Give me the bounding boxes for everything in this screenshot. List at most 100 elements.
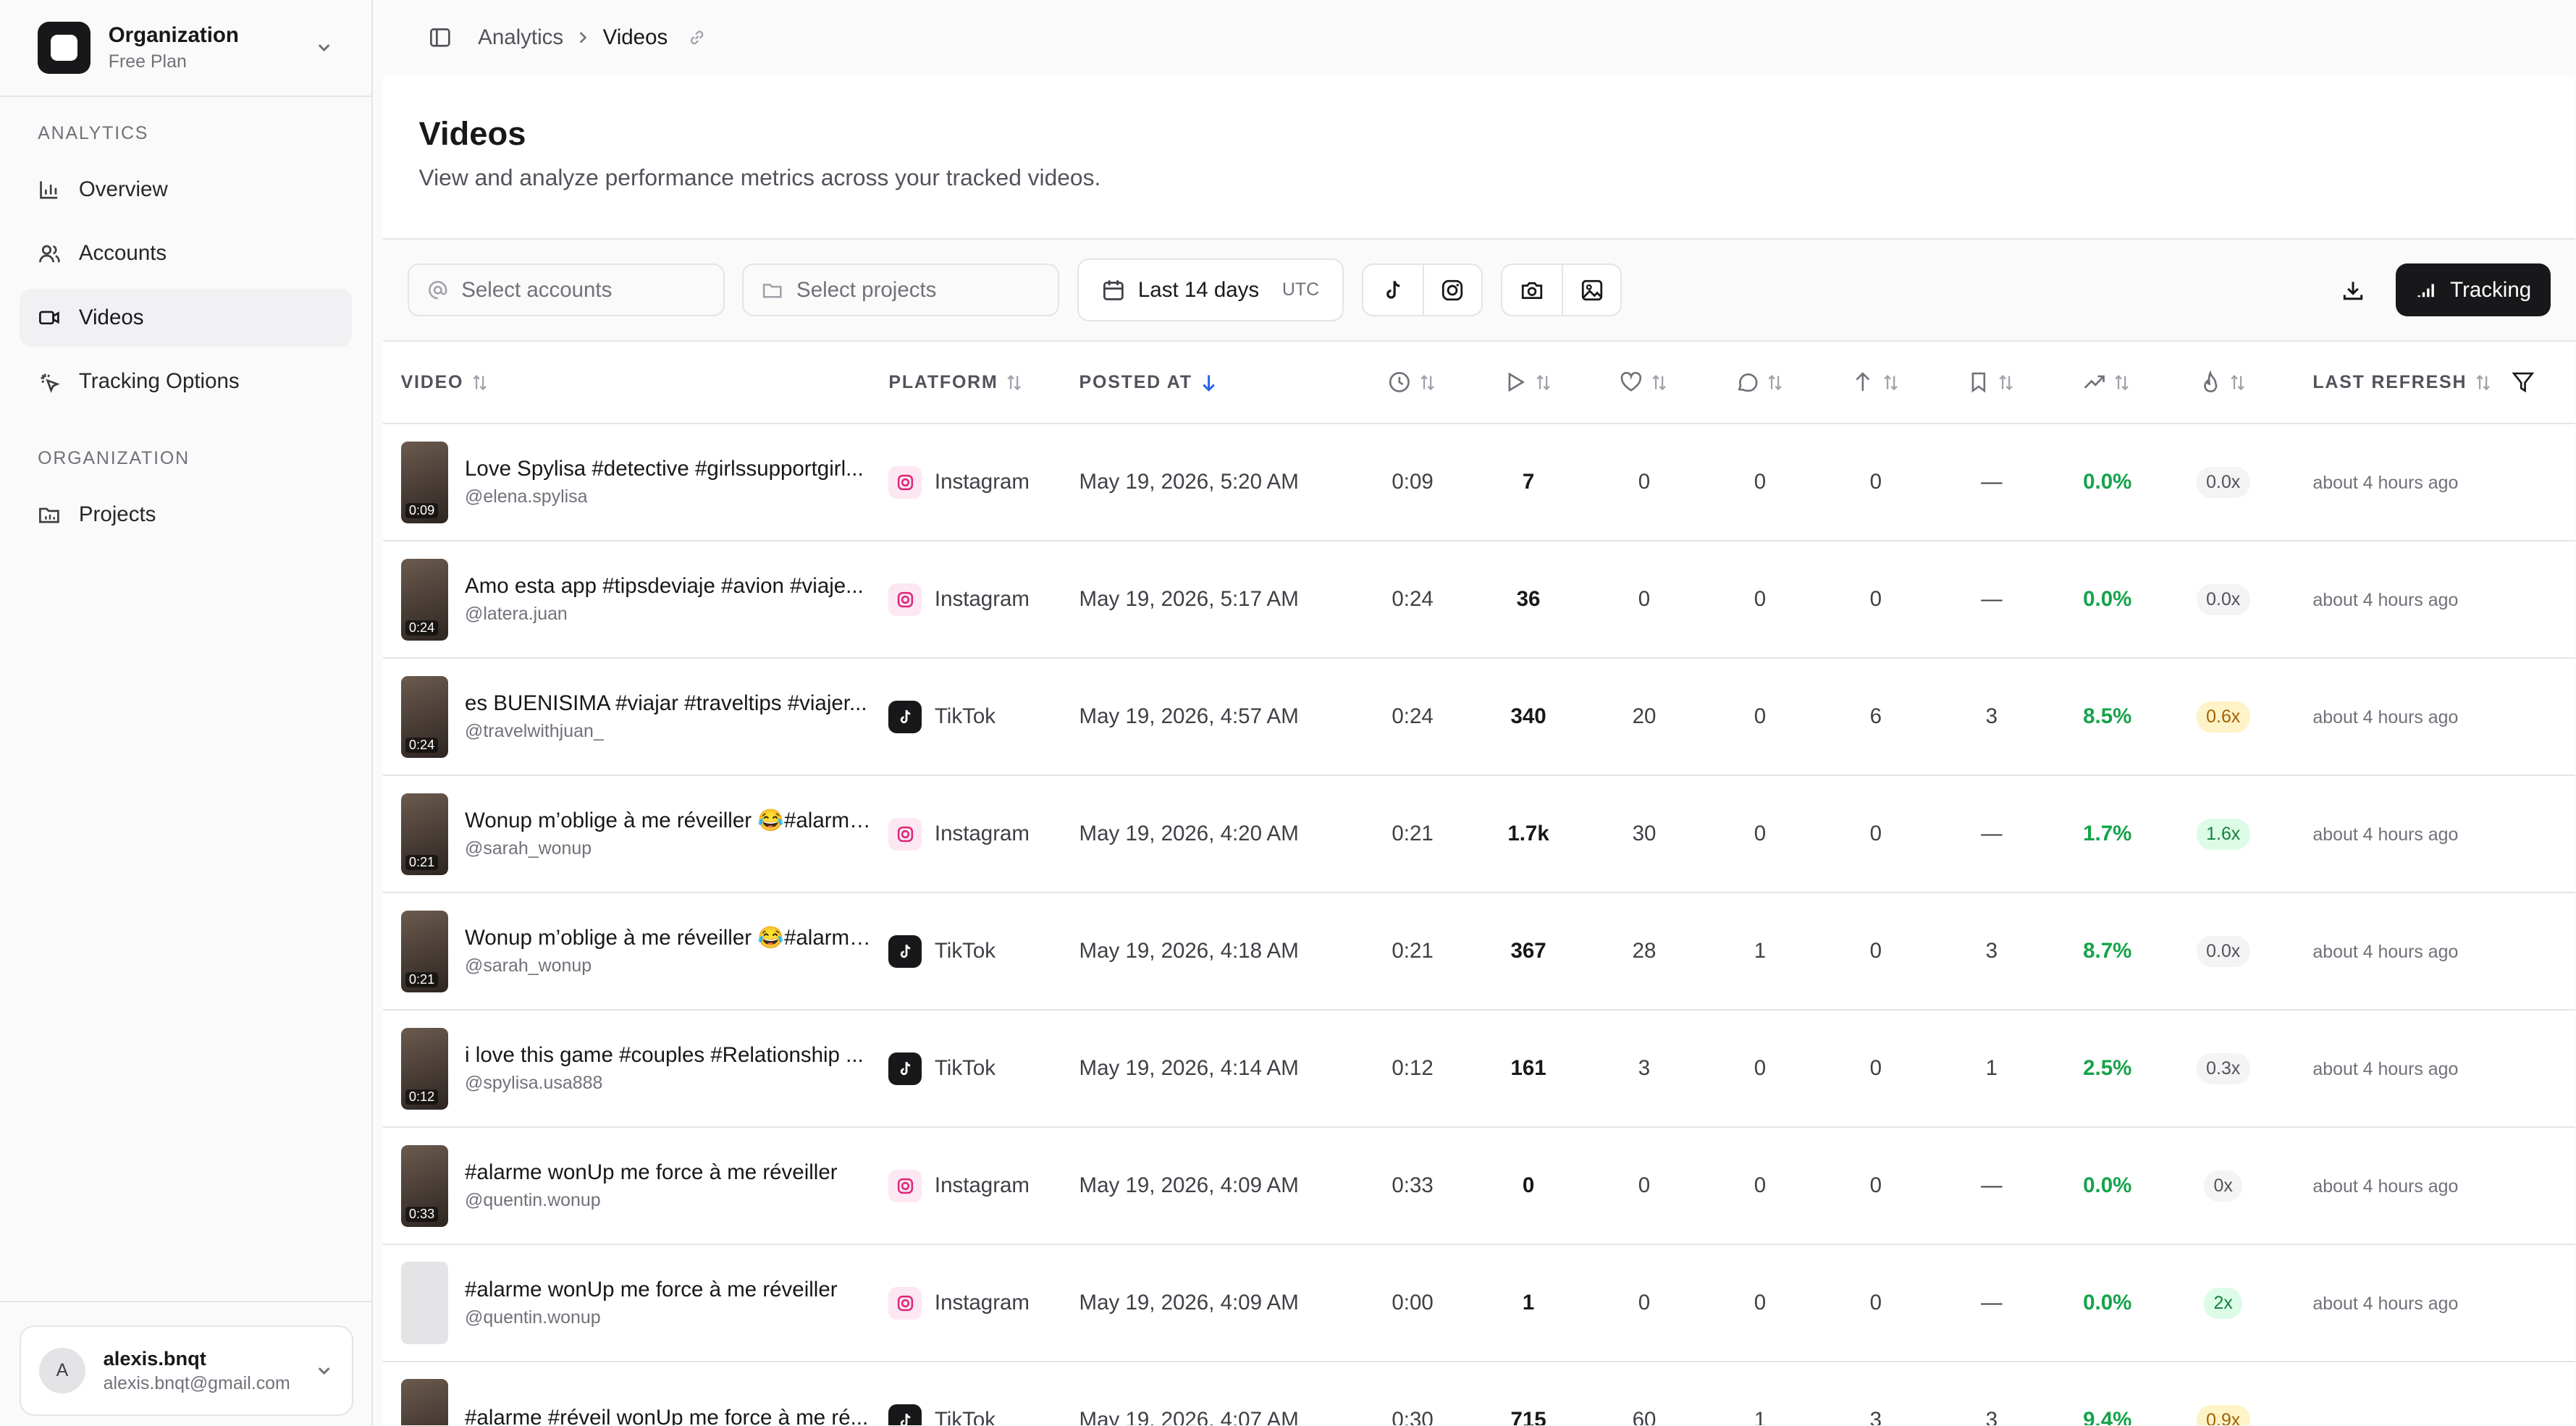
video-duration: 0:24 <box>1355 541 1470 659</box>
breadcrumb-parent[interactable]: Analytics <box>478 25 563 50</box>
video-title[interactable]: Wonup m’oblige à me réveiller 😂#alarme..… <box>465 926 875 950</box>
video-author[interactable]: @quentin.wonup <box>465 1190 875 1211</box>
sidebar-item-overview[interactable]: Overview <box>20 161 352 218</box>
user-menu[interactable]: A alexis.bnqt alexis.bnqt@gmail.com <box>20 1325 353 1416</box>
engagement-rate: 9.4% <box>2050 1362 2165 1426</box>
link-icon[interactable] <box>687 26 707 49</box>
video-thumbnail[interactable]: 0:33 <box>400 1144 449 1227</box>
download-button[interactable] <box>2327 263 2380 316</box>
duration-overlay: 0:33 <box>405 1207 438 1223</box>
video-title[interactable]: es BUENISIMA #viajar #traveltips #viajer… <box>465 691 875 716</box>
table-row[interactable]: 0:21 Wonup m’oblige à me réveiller 😂#ala… <box>382 775 2576 894</box>
video-thumbnail[interactable]: 0:24 <box>400 675 449 758</box>
platform-icon <box>888 1286 922 1320</box>
posted-at: May 19, 2026, 4:18 AM <box>1079 893 1355 1011</box>
platform-cell: TikTok <box>888 1052 1079 1085</box>
column-last-refresh[interactable]: LAST REFRESH <box>2281 341 2512 425</box>
video-author[interactable]: @quentin.wonup <box>465 1307 875 1328</box>
column-shares[interactable] <box>1818 341 1934 425</box>
organization-section-label: ORGANIZATION <box>38 448 190 469</box>
accounts-select-placeholder: Select accounts <box>461 277 613 302</box>
table-row[interactable]: #alarme wonUp me force à me réveiller @qu… <box>382 1244 2576 1363</box>
sidebar-item-projects[interactable]: Projects <box>20 486 352 543</box>
platform-cell: TikTok <box>888 700 1079 733</box>
video-author[interactable]: @elena.spylisa <box>465 486 875 507</box>
virality-badge: 0.6x <box>2196 701 2250 733</box>
accounts-select[interactable]: Select accounts <box>407 263 725 316</box>
video-title[interactable]: #alarme wonUp me force à me réveiller <box>465 1160 875 1185</box>
video-author[interactable]: @travelwithjuan_ <box>465 721 875 742</box>
column-likes[interactable] <box>1586 341 1702 425</box>
table-row[interactable]: 0:21 Wonup m’oblige à me réveiller 😂#ala… <box>382 893 2576 1011</box>
posted-at: May 19, 2026, 5:20 AM <box>1079 423 1355 542</box>
sidebar-item-tracking-options[interactable]: Tracking Options <box>20 353 352 410</box>
date-range-picker[interactable]: Last 14 days UTC <box>1077 258 1344 321</box>
column-comments[interactable] <box>1701 341 1819 425</box>
column-video[interactable]: VIDEO <box>382 341 889 425</box>
video-author[interactable]: @latera.juan <box>465 604 875 625</box>
tracking-button[interactable]: Tracking <box>2396 263 2551 316</box>
video-title[interactable]: i love this game #couples #Relationship … <box>465 1043 875 1068</box>
table-row[interactable]: 0:12 i love this game #couples #Relation… <box>382 1010 2576 1128</box>
image-type-button[interactable] <box>1561 265 1621 315</box>
column-duration[interactable] <box>1355 341 1470 425</box>
sort-icon <box>2231 374 2245 390</box>
projects-select[interactable]: Select projects <box>742 263 1060 316</box>
table-row[interactable]: #alarme #réveil wonUp me force à me ré..… <box>382 1362 2576 1426</box>
video-title[interactable]: #alarme #réveil wonUp me force à me ré..… <box>465 1406 875 1425</box>
chevron-down-icon <box>318 1367 330 1375</box>
column-label: LAST REFRESH <box>2312 371 2467 392</box>
video-thumbnail[interactable] <box>400 1379 449 1426</box>
table-row[interactable]: 0:24 es BUENISIMA #viajar #traveltips #v… <box>382 658 2576 777</box>
platform-name: TikTok <box>934 1056 996 1081</box>
video-icon <box>39 311 59 325</box>
sidebar-item-videos[interactable]: Videos <box>20 289 352 347</box>
video-title[interactable]: Wonup m’oblige à me réveiller 😂#alarme..… <box>465 809 875 833</box>
video-duration: 0:21 <box>1355 775 1470 894</box>
video-thumbnail[interactable]: 0:21 <box>400 793 449 875</box>
image-icon <box>1581 279 1602 300</box>
projects-select-placeholder: Select projects <box>796 277 937 302</box>
sidebar-item-accounts[interactable]: Accounts <box>20 225 352 282</box>
table-row[interactable]: 0:33 #alarme wonUp me force à me réveill… <box>382 1127 2576 1246</box>
column-posted-at[interactable]: POSTED AT <box>1079 341 1355 425</box>
column-filter[interactable] <box>2511 341 2576 425</box>
org-switcher[interactable]: Organization Free Plan <box>0 0 371 97</box>
duration-overlay: 0:24 <box>405 620 438 636</box>
tiktok-filter-button[interactable] <box>1363 265 1423 315</box>
duration-overlay: 0:24 <box>405 738 438 754</box>
video-thumbnail[interactable] <box>400 1262 449 1344</box>
video-thumbnail[interactable]: 0:12 <box>400 1027 449 1110</box>
column-virality[interactable] <box>2165 341 2282 425</box>
sidebar-toggle-icon[interactable] <box>429 26 452 49</box>
video-author[interactable]: @sarah_wonup <box>465 838 875 859</box>
video-thumbnail[interactable]: 0:09 <box>400 441 449 524</box>
column-engagement-rate[interactable] <box>2050 341 2165 425</box>
table-row[interactable]: 0:09 Love Spylisa #detective #girlssuppo… <box>382 423 2576 542</box>
folder-icon <box>763 283 782 298</box>
column-views[interactable] <box>1470 341 1587 425</box>
video-author[interactable]: @sarah_wonup <box>465 955 875 976</box>
platform-name: Instagram <box>934 470 1030 494</box>
shares-count: 0 <box>1818 1010 1934 1128</box>
instagram-filter-button[interactable] <box>1422 265 1482 315</box>
table-header: VIDEO PLATFORM POSTED AT LAST REFRESH <box>382 341 2576 425</box>
platform-filter <box>1361 263 1483 316</box>
duration-overlay: 0:09 <box>405 503 438 519</box>
shares-count: 0 <box>1818 775 1934 894</box>
filter-icon <box>2512 372 2535 393</box>
video-thumbnail[interactable]: 0:24 <box>400 558 449 641</box>
video-thumbnail[interactable]: 0:21 <box>400 910 449 992</box>
comments-count: 0 <box>1701 423 1819 542</box>
video-title[interactable]: Love Spylisa #detective #girlssupportgir… <box>465 457 875 481</box>
video-title[interactable]: #alarme wonUp me force à me réveiller <box>465 1278 875 1302</box>
column-label: VIDEO <box>400 371 464 392</box>
page-subtitle: View and analyze performance metrics acr… <box>418 164 1101 190</box>
column-platform[interactable]: PLATFORM <box>888 341 1079 425</box>
video-title[interactable]: Amo esta app #tipsdeviaje #avion #viaje.… <box>465 574 875 599</box>
engagement-rate: 2.5% <box>2050 1010 2165 1128</box>
video-type-button[interactable] <box>1502 265 1562 315</box>
column-saves[interactable] <box>1933 341 2050 425</box>
table-row[interactable]: 0:24 Amo esta app #tipsdeviaje #avion #v… <box>382 541 2576 659</box>
video-author[interactable]: @spylisa.usa888 <box>465 1073 875 1094</box>
